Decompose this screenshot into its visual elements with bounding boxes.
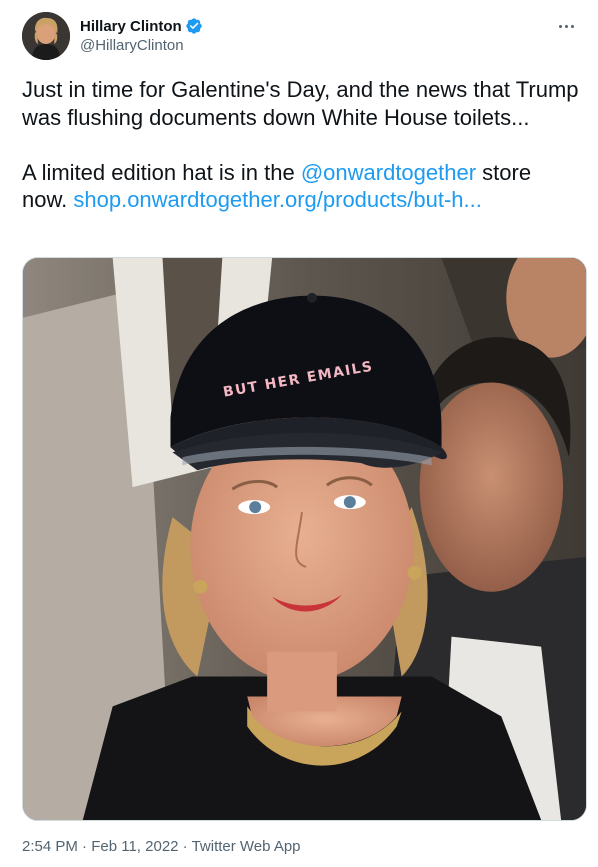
mention-link[interactable]: @onwardtogether: [301, 160, 476, 185]
tweet-time[interactable]: 2:54 PM: [22, 838, 78, 855]
verified-badge-icon: [186, 18, 202, 34]
more-dot: [564, 24, 568, 28]
more-dot: [570, 24, 574, 28]
tweet-header: Hillary Clinton @HillaryClinton: [22, 12, 578, 60]
photo-illustration: BUT HER EMAILS: [23, 258, 586, 820]
avatar[interactable]: [22, 12, 70, 60]
tweet-text: Just in time for Galentine's Day, and th…: [22, 76, 582, 214]
tweet-metadata: 2:54 PM · Feb 11, 2022 · Twitter Web App: [22, 838, 301, 855]
display-name[interactable]: Hillary Clinton: [80, 18, 182, 35]
tweet-paragraph-2: A limited edition hat is in the @onwardt…: [22, 159, 582, 214]
tweet-photo[interactable]: BUT HER EMAILS: [22, 257, 587, 821]
author-handle[interactable]: @HillaryClinton: [80, 37, 203, 54]
more-dot: [558, 24, 562, 28]
more-options-icon[interactable]: [554, 16, 578, 36]
profile-photo: [22, 12, 70, 60]
url-link[interactable]: shop.onwardtogether.org/products/but-h..…: [73, 187, 481, 212]
tweet-source[interactable]: Twitter Web App: [192, 838, 301, 855]
tweet-paragraph-1: Just in time for Galentine's Day, and th…: [22, 77, 579, 130]
tweet-date[interactable]: Feb 11, 2022: [91, 838, 178, 855]
author-names: Hillary Clinton @HillaryClinton: [80, 16, 203, 54]
meta-separator: ·: [178, 838, 192, 855]
meta-separator: ·: [77, 838, 92, 855]
tweet-text-prefix: A limited edition hat is in the: [22, 159, 301, 185]
display-name-row: Hillary Clinton: [80, 16, 203, 36]
